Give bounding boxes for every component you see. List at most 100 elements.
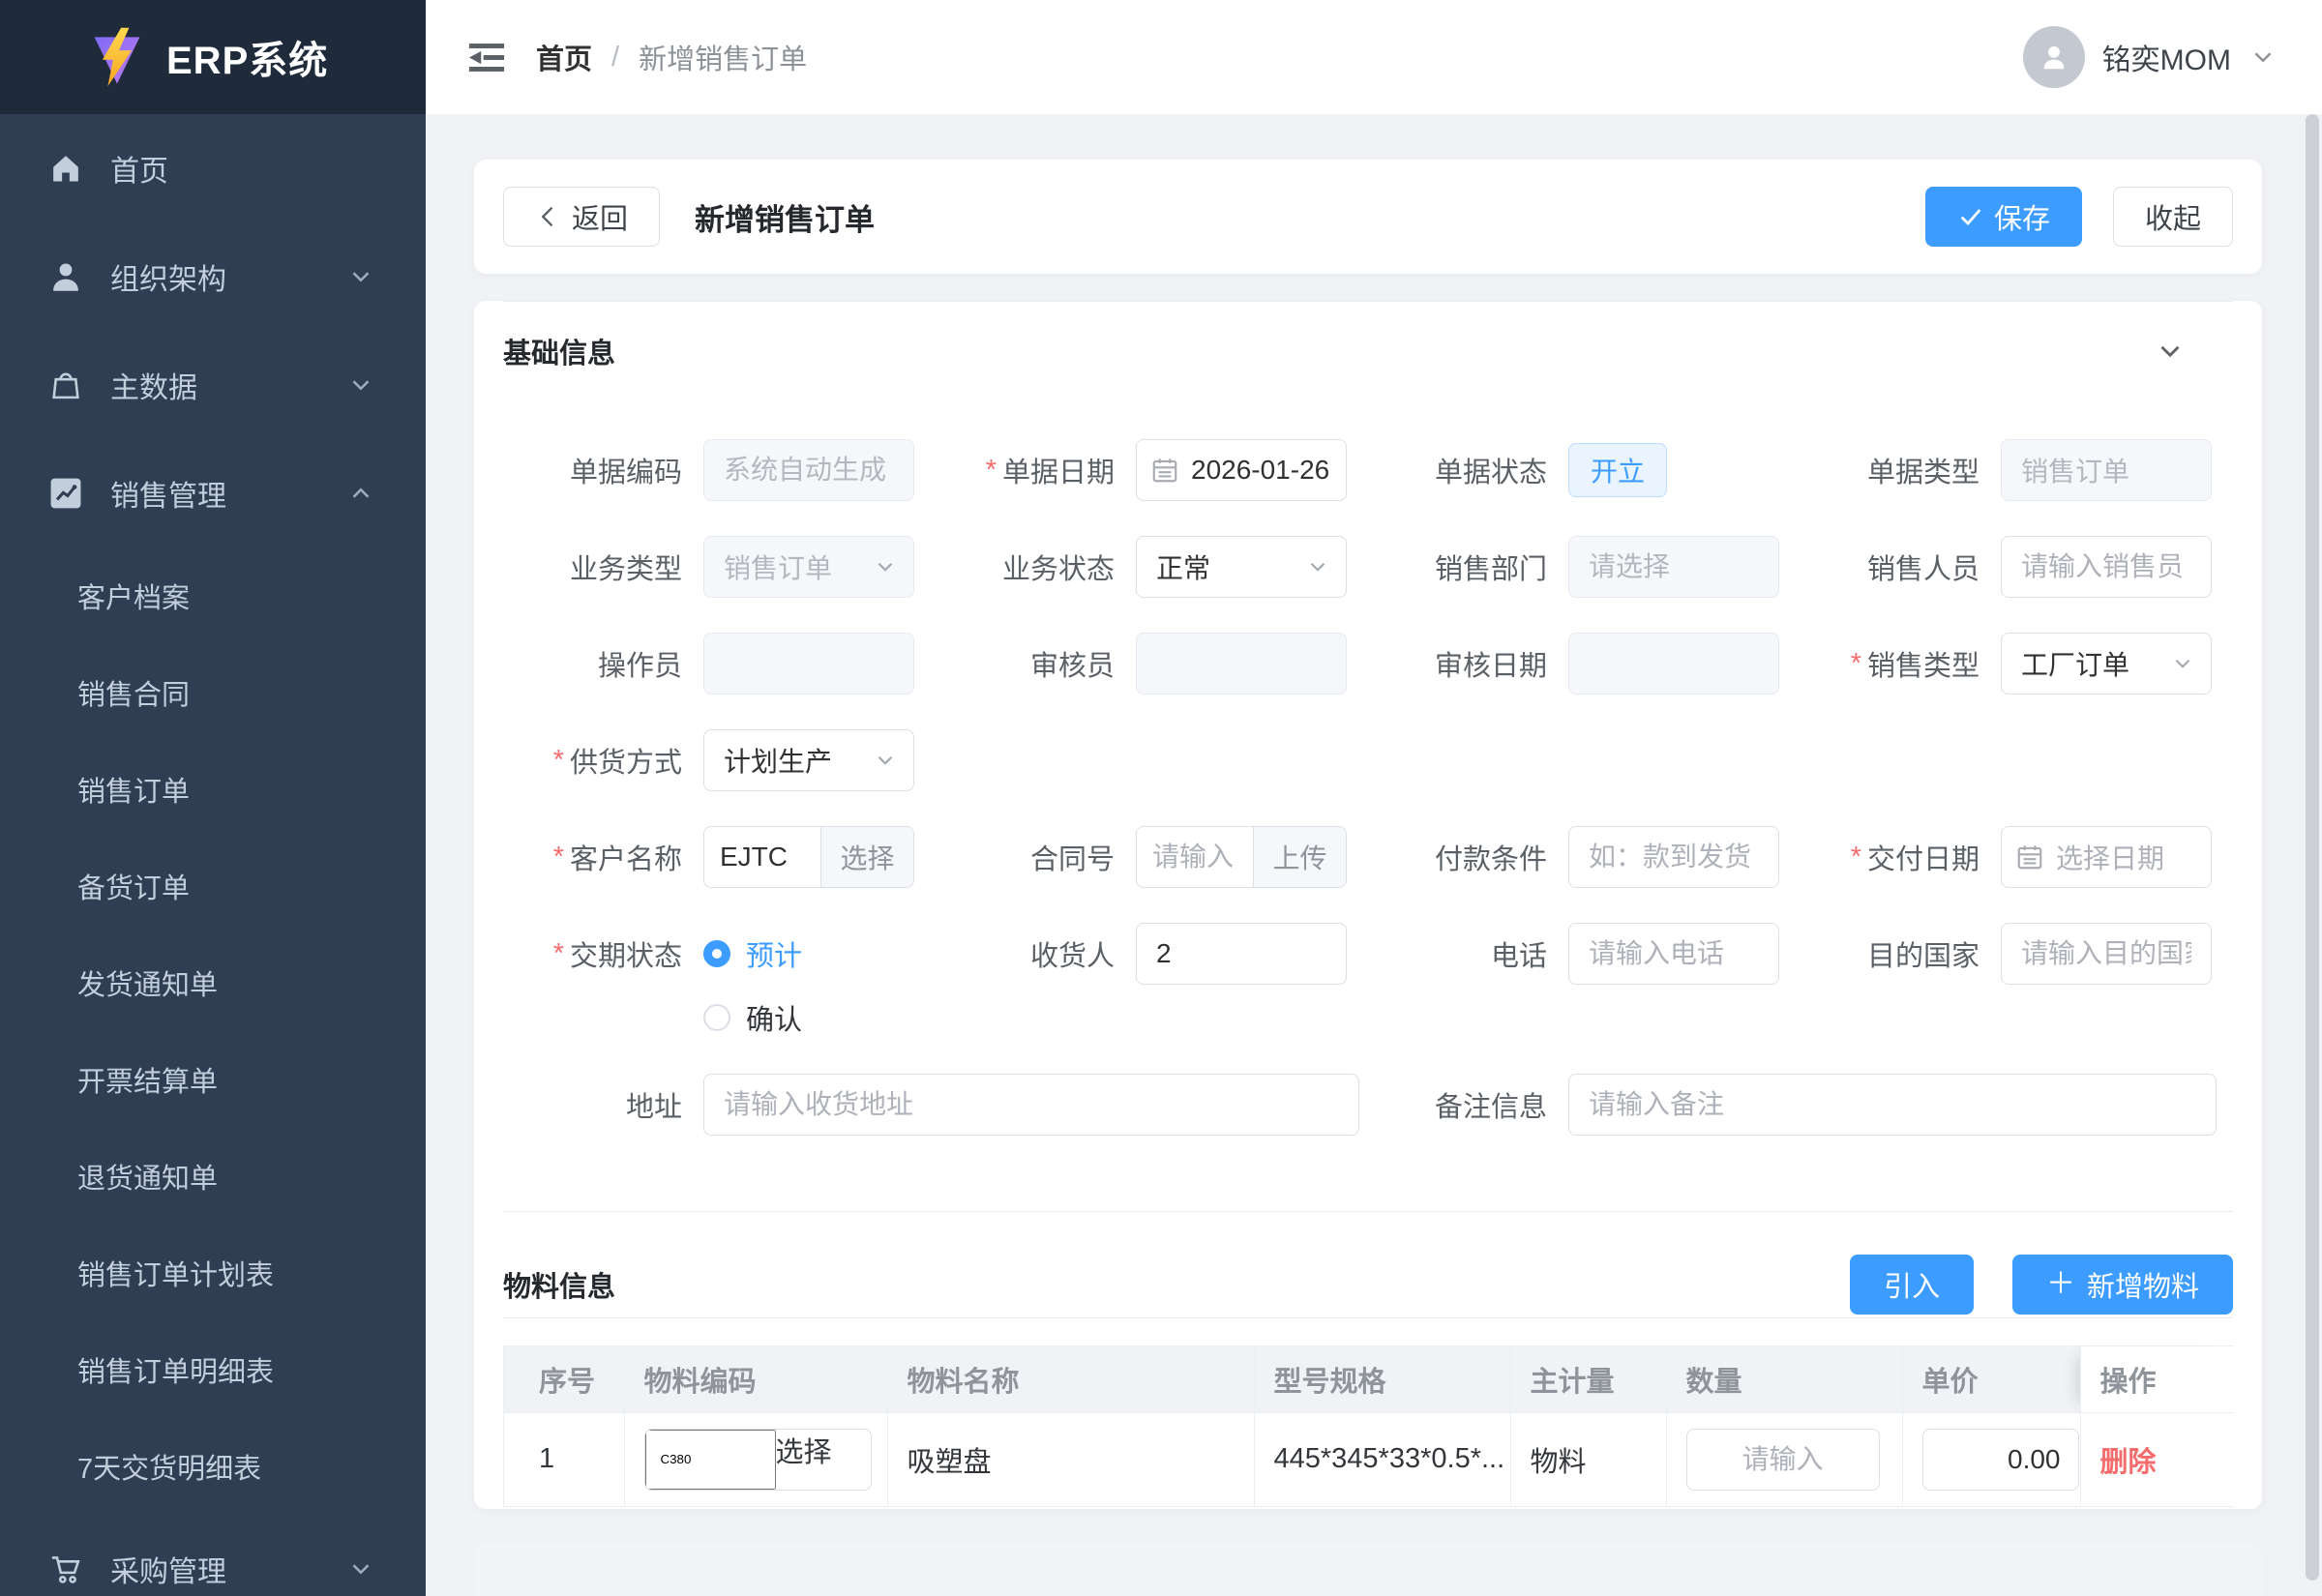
- biz-status-select[interactable]: 正常: [1136, 536, 1347, 598]
- radio-confirmed[interactable]: 确认: [703, 996, 802, 1039]
- dest-country-input[interactable]: [2001, 923, 2212, 985]
- field-label: 付款条件: [1435, 837, 1547, 877]
- sidebar-item-sales-contract[interactable]: 销售合同: [0, 644, 426, 741]
- app-logo: ERP系统: [0, 0, 426, 114]
- sidebar: ERP系统 首页 组织架构 主数据 销售管理 客户档案 销售合同 销售订单 备货…: [0, 0, 426, 1596]
- sidebar-item-shipping-notice[interactable]: 发货通知单: [0, 934, 426, 1031]
- field-sales-person: 销售人员: [1801, 536, 2233, 598]
- form-row: *交期状态 预计 确认 收货人: [503, 923, 2233, 1039]
- basic-info-form: 单据编码 *单据日期 2026-01-26 单据状态 开立 单据类型: [503, 439, 2233, 1136]
- sidebar-item-label: 销售管理: [110, 472, 226, 515]
- delivery-date-picker[interactable]: 选择日期: [2001, 826, 2212, 888]
- sidebar-item-label: 采购管理: [110, 1548, 226, 1590]
- collapse-button[interactable]: 收起: [2113, 187, 2233, 247]
- sidebar-item-7day-delivery-report[interactable]: 7天交货明细表: [0, 1418, 426, 1515]
- sales-type-select[interactable]: 工厂订单: [2001, 633, 2212, 695]
- avatar: [2023, 26, 2085, 88]
- price-input[interactable]: [1922, 1429, 2079, 1491]
- address-input[interactable]: [703, 1074, 1359, 1136]
- col-action: 操作: [2080, 1346, 2234, 1412]
- field-label: 审核日期: [1435, 643, 1547, 684]
- import-button[interactable]: 引入: [1850, 1255, 1974, 1315]
- sidebar-item-label: 首页: [110, 147, 168, 190]
- sales-person-input[interactable]: [2001, 536, 2212, 598]
- supply-mode-select[interactable]: 计划生产: [703, 729, 914, 791]
- payment-terms-input[interactable]: [1568, 826, 1779, 888]
- section-divider: [503, 301, 2233, 302]
- sidebar-item-order-detail-report[interactable]: 销售订单明细表: [0, 1321, 426, 1418]
- sidebar-item-home[interactable]: 首页: [0, 114, 426, 222]
- doc-date-picker[interactable]: 2026-01-26: [1136, 439, 1347, 501]
- sidebar-item-purchase-management[interactable]: 采购管理: [0, 1515, 426, 1596]
- sales-dept-input: [1568, 536, 1779, 598]
- doc-date-value: 2026-01-26: [1191, 455, 1329, 486]
- field-address: 地址: [503, 1074, 1368, 1136]
- import-button-label: 引入: [1884, 1264, 1940, 1305]
- doc-code-input: [703, 439, 914, 501]
- material-code-input[interactable]: [645, 1430, 776, 1490]
- material-info-header: 物料信息 引入 ＋ 新增物料: [503, 1255, 2233, 1315]
- radio-estimated[interactable]: 预计: [703, 932, 802, 975]
- field-payment-terms: 付款条件: [1368, 826, 1801, 888]
- remark-input[interactable]: [1568, 1074, 2217, 1136]
- form-row: 单据编码 *单据日期 2026-01-26 单据状态 开立 单据类型: [503, 439, 2233, 501]
- sidebar-item-label: 备货订单: [77, 866, 190, 906]
- user-menu[interactable]: 铭奕MOM: [2023, 26, 2277, 88]
- field-doc-status: 单据状态 开立: [1368, 439, 1801, 501]
- check-icon: [1957, 203, 1984, 230]
- field-phone: 电话: [1368, 923, 1801, 1039]
- material-code-select-button[interactable]: 选择: [776, 1430, 871, 1490]
- customer-select-button[interactable]: 选择: [820, 827, 913, 887]
- field-label: 单据日期: [1002, 450, 1115, 490]
- sidebar-item-order-plan-report[interactable]: 销售订单计划表: [0, 1225, 426, 1321]
- required-asterisk: *: [553, 938, 564, 970]
- section-divider: [503, 1317, 2233, 1318]
- customer-input[interactable]: [704, 827, 820, 887]
- sidebar-item-org[interactable]: 组织架构: [0, 222, 426, 331]
- field-label: 合同号: [1030, 837, 1115, 877]
- field-doc-type: 单据类型: [1801, 439, 2233, 501]
- chevron-down-icon: [346, 370, 375, 399]
- chevron-down-icon: [873, 554, 898, 579]
- sidebar-item-invoice-settlement[interactable]: 开票结算单: [0, 1031, 426, 1128]
- sidebar-item-label: 退货通知单: [77, 1156, 218, 1197]
- contract-no-input[interactable]: [1137, 827, 1253, 887]
- radio-label: 预计: [746, 933, 802, 974]
- select-value: 计划生产: [724, 741, 873, 780]
- chevron-down-icon: [2248, 43, 2277, 72]
- contract-input-group: 上传: [1136, 826, 1347, 888]
- topbar: 首页 / 新增销售订单 铭奕MOM: [426, 0, 2322, 114]
- receiver-input[interactable]: [1136, 923, 1347, 985]
- form-row: 业务类型 销售订单 业务状态 正常 销售部门: [503, 536, 2233, 598]
- sidebar-item-label: 销售订单计划表: [77, 1253, 274, 1293]
- cart-icon: [48, 1552, 83, 1586]
- calendar-icon: [2015, 842, 2044, 872]
- phone-input[interactable]: [1568, 923, 1779, 985]
- field-label: 收货人: [1030, 933, 1115, 974]
- qty-input[interactable]: [1686, 1429, 1880, 1491]
- field-label: 销售人员: [1867, 547, 1980, 587]
- chevron-down-icon: [1305, 554, 1330, 579]
- collapse-sidebar-icon[interactable]: [464, 35, 509, 79]
- contract-upload-button[interactable]: 上传: [1253, 827, 1346, 887]
- save-button[interactable]: 保存: [1925, 187, 2082, 247]
- basic-info-header: 基础信息: [503, 331, 2233, 371]
- breadcrumb-home[interactable]: 首页: [536, 37, 592, 77]
- add-material-button[interactable]: ＋ 新增物料: [2012, 1255, 2233, 1315]
- sidebar-item-sales-management[interactable]: 销售管理: [0, 439, 426, 547]
- customer-input-group: 选择: [703, 826, 914, 888]
- sidebar-item-sales-order[interactable]: 销售订单: [0, 741, 426, 838]
- sidebar-item-stock-order[interactable]: 备货订单: [0, 838, 426, 934]
- collapse-section-icon[interactable]: [2154, 335, 2187, 368]
- vertical-scrollbar[interactable]: [2306, 114, 2319, 1581]
- field-label: 业务类型: [570, 547, 682, 587]
- delete-row-link[interactable]: 删除: [2100, 1447, 2157, 1478]
- chevron-left-icon: [535, 203, 562, 230]
- sidebar-item-customer-files[interactable]: 客户档案: [0, 547, 426, 644]
- field-audit-date: 审核日期: [1368, 633, 1801, 695]
- sidebar-item-return-notice[interactable]: 退货通知单: [0, 1128, 426, 1225]
- sidebar-item-master-data[interactable]: 主数据: [0, 331, 426, 439]
- field-dest-country: 目的国家: [1801, 923, 2233, 1039]
- required-asterisk: *: [553, 745, 564, 777]
- back-button[interactable]: 返回: [503, 187, 660, 247]
